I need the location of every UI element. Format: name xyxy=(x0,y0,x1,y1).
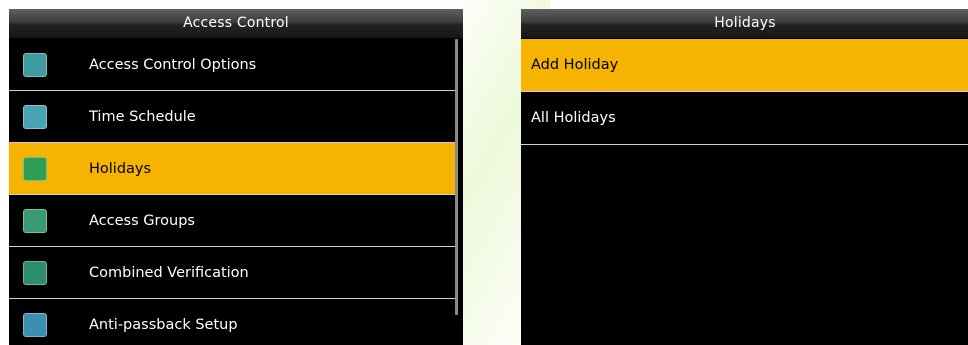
holidays-title: Holidays xyxy=(521,9,968,39)
menu-item-label: All Holidays xyxy=(531,110,616,126)
clock-settings-icon xyxy=(23,105,47,129)
menu-item-label: Time Schedule xyxy=(89,108,196,125)
access-control-menu: Access Control Options Time Schedule Hol… xyxy=(9,39,463,345)
holidays-menu: Add Holiday All Holidays xyxy=(521,39,968,145)
menu-item-access-groups[interactable]: Access Groups xyxy=(9,195,455,247)
menu-item-label: Access Groups xyxy=(89,212,195,229)
menu-item-label: Holidays xyxy=(89,160,152,177)
combined-verification-icon xyxy=(23,261,47,285)
menu-item-add-holiday[interactable]: Add Holiday xyxy=(521,39,968,92)
anti-passback-icon xyxy=(23,313,47,337)
access-control-screen: Access Control Access Control Options Ti… xyxy=(9,9,463,345)
menu-item-anti-passback-setup[interactable]: Anti-passback Setup xyxy=(9,299,455,345)
menu-item-label: Add Holiday xyxy=(531,57,619,73)
menu-item-time-schedule[interactable]: Time Schedule xyxy=(9,91,455,143)
menu-scrollbar[interactable] xyxy=(455,39,458,315)
door-options-icon xyxy=(23,53,47,77)
menu-item-label: Combined Verification xyxy=(89,264,249,281)
menu-item-label: Anti-passback Setup xyxy=(89,316,238,333)
group-door-icon xyxy=(23,209,47,233)
menu-item-holidays[interactable]: Holidays xyxy=(9,143,455,195)
calendar-icon xyxy=(23,157,47,181)
menu-item-label: Access Control Options xyxy=(89,56,257,73)
menu-item-access-control-options[interactable]: Access Control Options xyxy=(9,39,455,91)
menu-item-combined-verification[interactable]: Combined Verification xyxy=(9,247,455,299)
menu-item-all-holidays[interactable]: All Holidays xyxy=(521,92,968,145)
access-control-title: Access Control xyxy=(9,9,463,39)
holidays-screen: Holidays Add Holiday All Holidays xyxy=(521,9,968,345)
